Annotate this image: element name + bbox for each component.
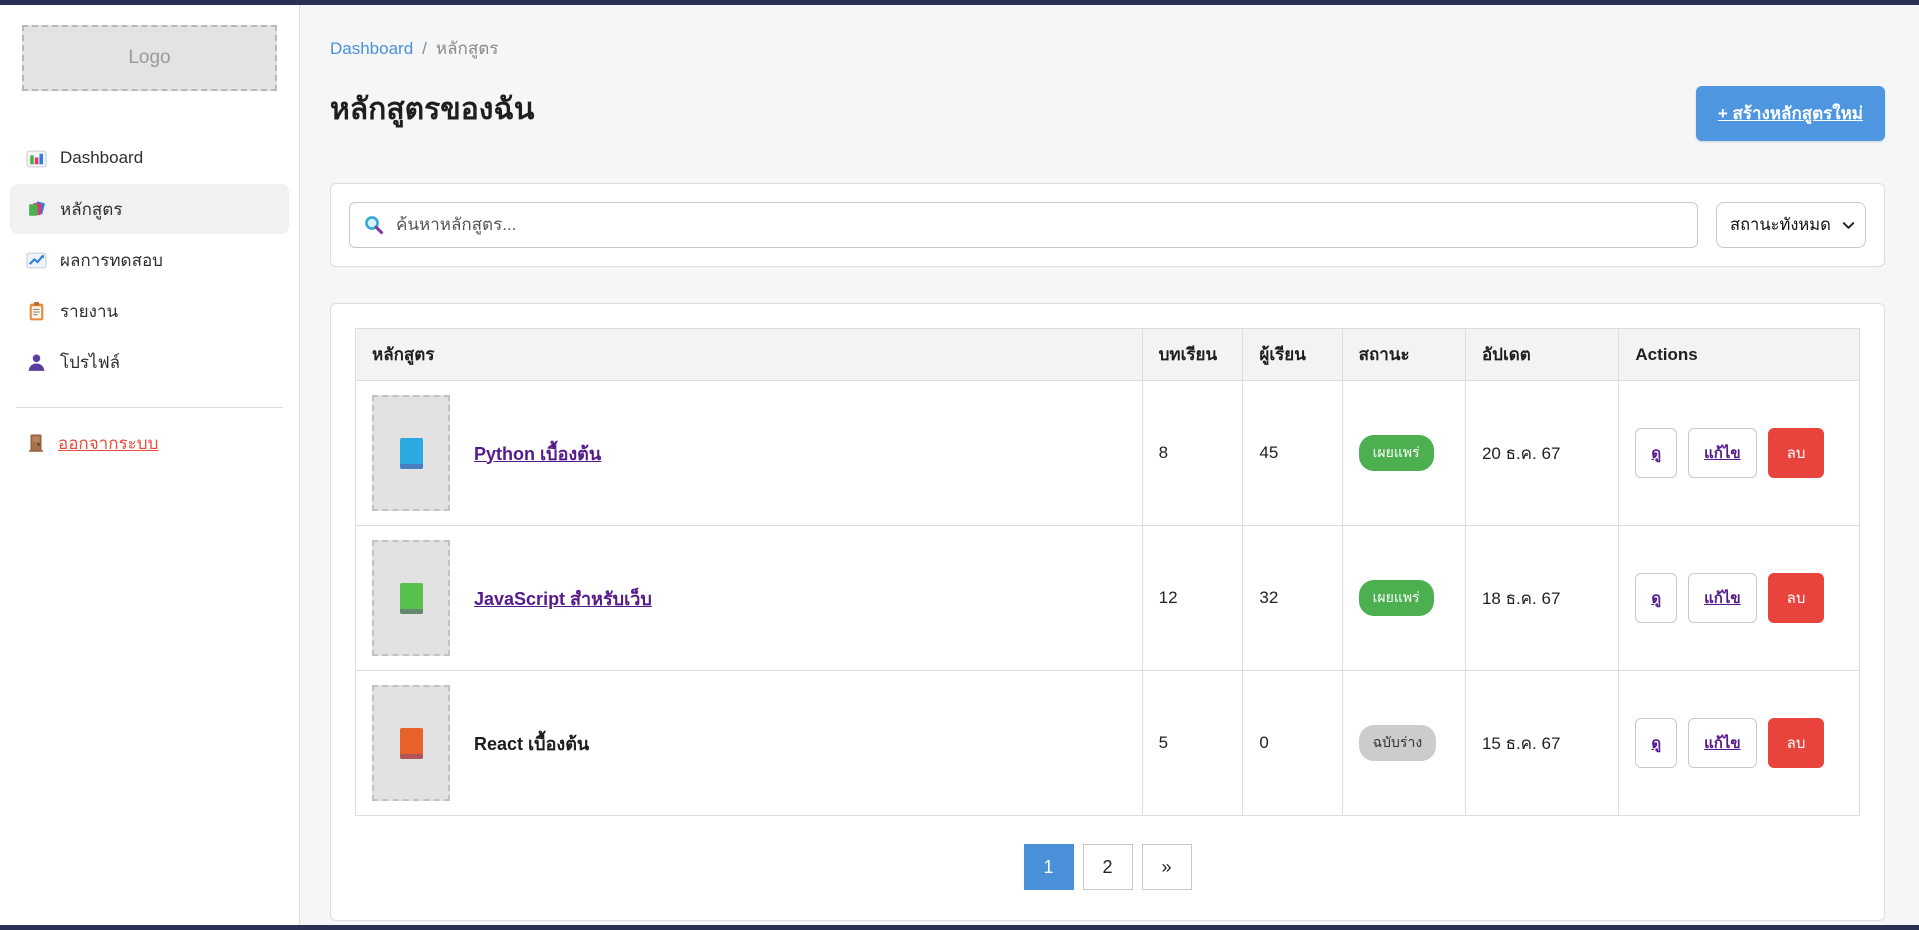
course-name-link[interactable]: Python เบื้องต้น [474, 439, 601, 468]
breadcrumb-current: หลักสูตร [436, 35, 498, 62]
edit-button[interactable]: แก้ไข [1688, 428, 1757, 478]
course-name-link[interactable]: JavaScript สำหรับเว็บ [474, 584, 652, 613]
sidebar-item-label: หลักสูตร [60, 196, 122, 223]
sidebar-item-label: Dashboard [60, 148, 143, 168]
sidebar-item-courses[interactable]: หลักสูตร [10, 184, 289, 234]
door-icon [26, 433, 47, 454]
logo-placeholder: Logo [22, 25, 277, 91]
delete-button[interactable]: ลบ [1768, 428, 1825, 478]
table-row: JavaScript สำหรับเว็บ 12 32 เผยแพร่ 18 ธ… [356, 526, 1860, 671]
view-button[interactable]: ดู [1635, 718, 1677, 768]
create-course-button[interactable]: + สร้างหลักสูตรใหม่ [1696, 86, 1885, 141]
orange-book-icon [400, 728, 423, 759]
line-chart-icon [26, 250, 47, 271]
status-filter: สถานะทั้งหมด [1716, 202, 1866, 248]
page-header: หลักสูตรของฉัน + สร้างหลักสูตรใหม่ [330, 86, 1885, 141]
page-button-2[interactable]: 2 [1083, 844, 1133, 890]
main-content: Dashboard / หลักสูตร หลักสูตรของฉัน + สร… [300, 5, 1919, 925]
column-course: หลักสูตร [356, 329, 1143, 381]
students-cell: 32 [1243, 526, 1342, 671]
status-cell: ฉบับร่าง [1342, 671, 1465, 816]
course-thumbnail-placeholder [372, 395, 450, 511]
status-cell: เผยแพร่ [1342, 526, 1465, 671]
students-cell: 0 [1243, 671, 1342, 816]
updated-cell: 18 ธ.ค. 67 [1465, 526, 1618, 671]
delete-button[interactable]: ลบ [1768, 718, 1825, 768]
clipboard-icon [26, 301, 47, 322]
status-cell: เผยแพร่ [1342, 381, 1465, 526]
logo-text: Logo [128, 47, 170, 69]
column-students: ผู้เรียน [1243, 329, 1342, 381]
edit-button[interactable]: แก้ไข [1688, 573, 1757, 623]
updated-cell: 20 ธ.ค. 67 [1465, 381, 1618, 526]
sidebar-item-dashboard[interactable]: Dashboard [10, 133, 289, 183]
lessons-cell: 5 [1142, 671, 1243, 816]
courses-table-card: หลักสูตร บทเรียน ผู้เรียน สถานะ อัปเดต A… [330, 303, 1885, 921]
books-icon [26, 199, 47, 220]
sidebar-divider [16, 407, 283, 408]
students-cell: 45 [1243, 381, 1342, 526]
column-status: สถานะ [1342, 329, 1465, 381]
column-actions: Actions [1619, 329, 1860, 381]
search-input[interactable] [349, 202, 1698, 248]
view-button[interactable]: ดู [1635, 573, 1677, 623]
course-name-text: React เบื้องต้น [474, 729, 589, 758]
table-row: Python เบื้องต้น 8 45 เผยแพร่ 20 ธ.ค. 67… [356, 381, 1860, 526]
view-button[interactable]: ดู [1635, 428, 1677, 478]
sidebar-item-profile[interactable]: โปรไฟล์ [10, 337, 289, 387]
blue-book-icon [400, 438, 423, 469]
course-thumbnail-placeholder [372, 685, 450, 801]
sidebar: Logo Dashboard หลักสูตร ผลการทดสอบ [0, 5, 300, 925]
edit-button[interactable]: แก้ไข [1688, 718, 1757, 768]
actions-cell: ดู แก้ไข ลบ [1619, 671, 1860, 816]
page-button-next[interactable]: » [1142, 844, 1192, 890]
courses-table: หลักสูตร บทเรียน ผู้เรียน สถานะ อัปเดต A… [355, 328, 1860, 816]
sidebar-item-label: รายงาน [60, 298, 118, 325]
sidebar-item-reports[interactable]: รายงาน [10, 286, 289, 336]
bar-chart-icon [26, 148, 47, 169]
sidebar-item-label: ผลการทดสอบ [60, 247, 163, 274]
app-window: Logo Dashboard หลักสูตร ผลการทดสอบ [0, 5, 1919, 925]
search-box [349, 202, 1698, 248]
course-thumbnail-placeholder [372, 540, 450, 656]
actions-cell: ดู แก้ไข ลบ [1619, 381, 1860, 526]
magnifier-icon [362, 213, 386, 237]
column-updated: อัปเดต [1465, 329, 1618, 381]
status-badge: ฉบับร่าง [1359, 725, 1437, 761]
lessons-cell: 12 [1142, 526, 1243, 671]
breadcrumb-separator: / [422, 39, 427, 59]
delete-button[interactable]: ลบ [1768, 573, 1825, 623]
lessons-cell: 8 [1142, 381, 1243, 526]
column-lessons: บทเรียน [1142, 329, 1243, 381]
sidebar-item-label: โปรไฟล์ [60, 349, 120, 376]
pagination: 1 2 » [355, 844, 1860, 890]
person-icon [26, 352, 47, 373]
breadcrumb-dashboard-link[interactable]: Dashboard [330, 39, 413, 59]
logout-label: ออกจากระบบ [58, 430, 158, 457]
table-header-row: หลักสูตร บทเรียน ผู้เรียน สถานะ อัปเดต A… [356, 329, 1860, 381]
actions-cell: ดู แก้ไข ลบ [1619, 526, 1860, 671]
green-book-icon [400, 583, 423, 614]
sidebar-item-test-results[interactable]: ผลการทดสอบ [10, 235, 289, 285]
logout-link[interactable]: ออกจากระบบ [26, 430, 158, 457]
status-filter-select[interactable]: สถานะทั้งหมด [1716, 202, 1866, 248]
breadcrumb: Dashboard / หลักสูตร [330, 35, 1885, 62]
table-row: React เบื้องต้น 5 0 ฉบับร่าง 15 ธ.ค. 67 … [356, 671, 1860, 816]
course-cell: Python เบื้องต้น [356, 381, 1143, 526]
course-cell: React เบื้องต้น [356, 671, 1143, 816]
filter-card: สถานะทั้งหมด [330, 183, 1885, 267]
sidebar-nav: Dashboard หลักสูตร ผลการทดสอบ รายงาน [0, 133, 299, 387]
page-title: หลักสูตรของฉัน [330, 86, 534, 133]
course-cell: JavaScript สำหรับเว็บ [356, 526, 1143, 671]
page-button-1[interactable]: 1 [1024, 844, 1074, 890]
updated-cell: 15 ธ.ค. 67 [1465, 671, 1618, 816]
status-badge: เผยแพร่ [1359, 580, 1434, 616]
status-badge: เผยแพร่ [1359, 435, 1434, 471]
